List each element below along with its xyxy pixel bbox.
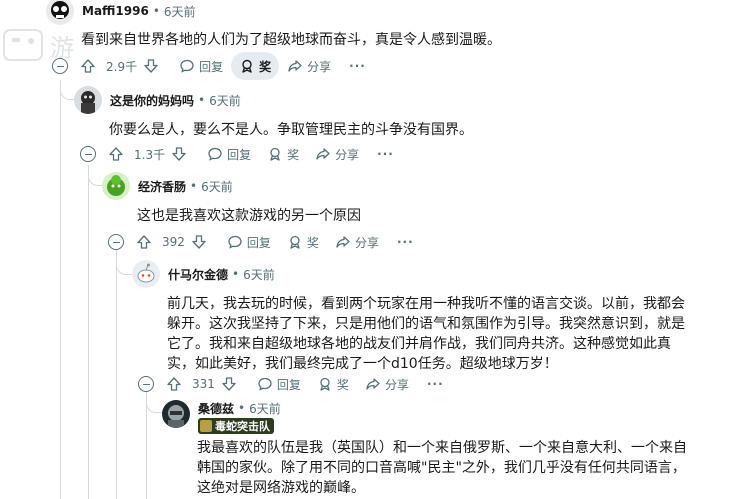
vote-count: 392 [162,235,185,249]
flair-label: 毒蛇突击队 [215,420,270,433]
share-label: 分享 [354,235,379,250]
vote-group: 2.9千 [72,52,171,80]
collapse-icon[interactable] [138,376,154,392]
separator-dot: • [198,93,206,107]
comment-time[interactable]: 6天前 [209,92,241,109]
separator-dot: • [190,179,198,193]
comment-body: 你要么是人，要么不是人。争取管理民主的斗争没有国界。 [109,122,473,138]
downvote-icon[interactable] [143,58,163,74]
downvote-icon[interactable] [171,146,191,162]
reply-label: 回复 [227,147,252,162]
award-button[interactable]: 奖 [279,228,327,256]
avatar[interactable] [132,260,160,288]
vote-count: 1.3千 [134,147,166,162]
vote-count: 2.9千 [106,59,138,74]
award-button[interactable]: 奖 [309,370,357,398]
comment-time[interactable]: 6天前 [164,3,196,20]
award-button[interactable]: 奖 [231,52,280,80]
award-label: 奖 [259,59,272,74]
share-button[interactable]: 分享 [357,370,417,398]
thread-elbow [146,397,162,413]
award-icon [242,59,252,73]
collapse-icon[interactable] [52,58,68,74]
user-flair: 毒蛇突击队 [198,418,274,434]
collapse-icon[interactable] [80,146,96,162]
collapse-icon[interactable] [108,234,124,250]
share-icon [336,236,350,248]
avatar[interactable] [46,0,74,25]
separator-dot: • [152,4,160,18]
thread-line-2 [88,165,89,499]
award-icon [320,377,330,391]
share-icon [316,148,330,160]
more-options-button[interactable]: ··· [339,52,376,80]
more-options-button[interactable]: ··· [417,370,454,398]
reply-icon [208,147,222,161]
comment-time[interactable]: 6天前 [249,400,281,417]
flair-emblem-icon [200,420,212,432]
award-label: 奖 [306,235,319,250]
avatar[interactable] [162,400,190,428]
award-icon [290,235,300,249]
separator-dot: • [232,267,240,281]
thread-elbow [116,259,132,275]
share-label: 分享 [335,147,360,162]
share-icon [366,378,380,390]
award-icon [270,147,280,161]
comment-author[interactable]: 桑德兹 [198,400,234,417]
reply-label: 回复 [246,235,271,250]
award-label: 奖 [336,377,349,392]
comment-author[interactable]: 什马尔金德 [168,266,228,283]
vote-group: 392 [128,228,219,256]
reply-label: 回复 [276,377,301,392]
avatar[interactable] [102,172,130,200]
upvote-icon[interactable] [80,58,100,74]
comment-time[interactable]: 6天前 [201,178,233,195]
separator-dot: • [238,401,246,415]
reply-button[interactable]: 回复 [171,52,231,80]
comment-author[interactable]: Maffi1996 [82,4,149,18]
reply-icon [258,377,272,391]
reply-icon [228,235,242,249]
share-button[interactable]: 分享 [307,140,367,168]
upvote-icon[interactable] [166,376,186,392]
share-label: 分享 [307,59,332,74]
share-button[interactable]: 分享 [327,228,387,256]
comment-body: 前几天，我去玩的时候，看到两个玩家在用一种我听不懂的语言交谈。以前，我都会躲开。… [167,296,685,372]
thread-line-1 [60,80,61,499]
vote-group: 331 [158,370,249,398]
reply-icon [180,59,194,73]
comment-body: 这也是我喜欢这款游戏的另一个原因 [137,208,361,224]
share-label: 分享 [384,377,409,392]
thread-line-3 [116,250,117,499]
upvote-icon[interactable] [136,234,156,250]
award-label: 奖 [287,147,300,162]
more-options-button[interactable]: ··· [367,140,404,168]
reply-label: 回复 [199,59,224,74]
vote-group: 1.3千 [100,140,199,168]
upvote-icon[interactable] [108,146,128,162]
comment-author[interactable]: 这是你的妈妈吗 [110,92,194,109]
avatar[interactable] [74,86,102,114]
thread-elbow [88,172,102,186]
downvote-icon[interactable] [191,234,211,250]
award-button[interactable]: 奖 [259,140,307,168]
downvote-icon[interactable] [221,376,241,392]
comment-body: 看到来自世界各地的人们为了超级地球而奋斗，真是令人感到温暖。 [81,32,501,48]
reply-button[interactable]: 回复 [249,370,309,398]
comment-body: 我最喜欢的队伍是我（英国队）和一个来自俄罗斯、一个来自意大利、一个来自韩国的家伙… [197,440,687,496]
reply-button[interactable]: 回复 [199,140,259,168]
comment-time[interactable]: 6天前 [243,266,275,283]
vote-count: 331 [192,377,215,391]
comment-author[interactable]: 经济香肠 [138,178,186,195]
more-options-button[interactable]: ··· [387,228,424,256]
reply-button[interactable]: 回复 [219,228,279,256]
share-button[interactable]: 分享 [279,52,339,80]
share-icon [288,60,302,72]
thread-elbow [60,86,74,100]
